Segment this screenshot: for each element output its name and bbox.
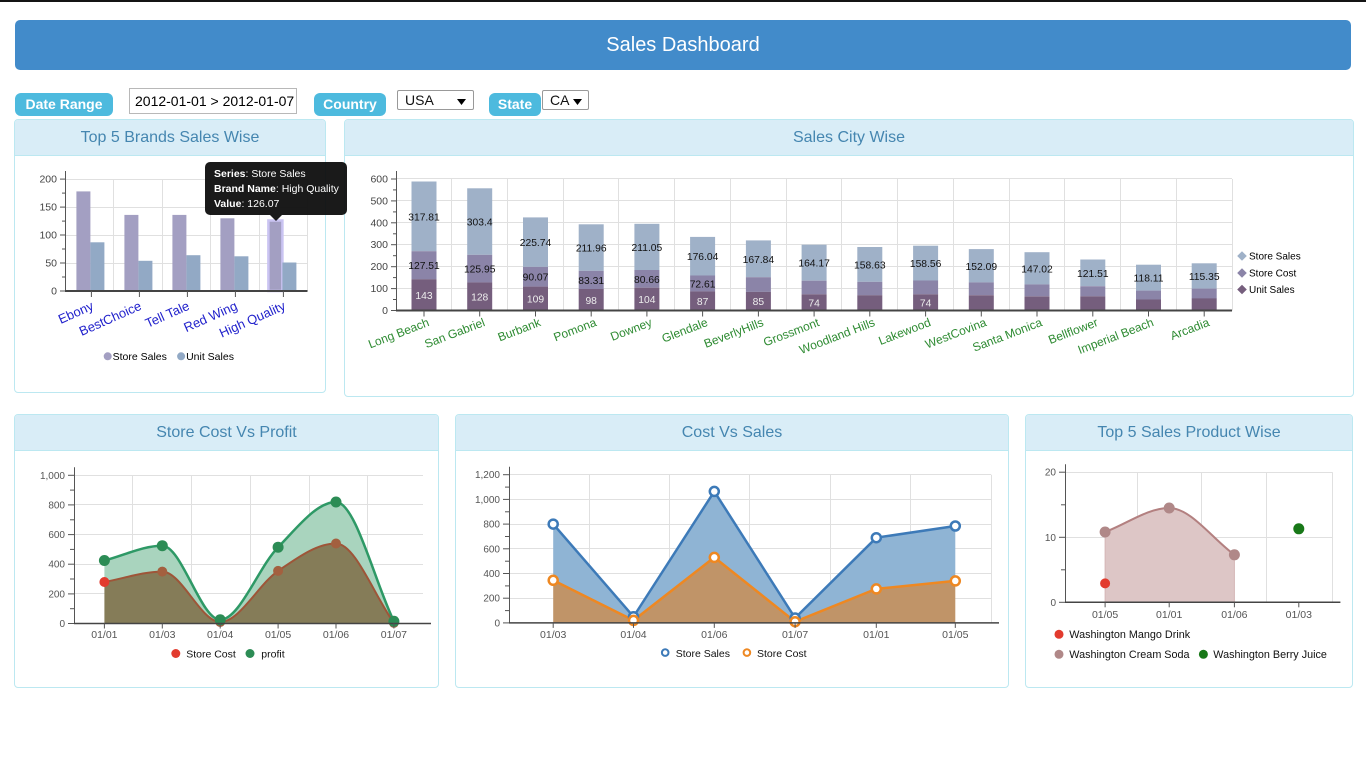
svg-text:BeverlyHills: BeverlyHills	[702, 315, 766, 351]
svg-text:225.74: 225.74	[520, 238, 552, 249]
svg-text:200: 200	[48, 589, 65, 600]
svg-text:143: 143	[415, 291, 432, 302]
svg-text:125.95: 125.95	[464, 265, 496, 276]
svg-text:118.11: 118.11	[1134, 274, 1164, 285]
svg-text:Arcadia: Arcadia	[1168, 315, 1211, 343]
svg-text:200: 200	[483, 594, 500, 605]
svg-text:0: 0	[494, 618, 500, 629]
svg-text:Burbank: Burbank	[496, 315, 544, 344]
svg-text:01/03: 01/03	[149, 629, 175, 641]
svg-text:121.51: 121.51	[1077, 269, 1109, 280]
svg-text:400: 400	[370, 217, 388, 229]
svg-text:152.09: 152.09	[966, 262, 998, 273]
svg-text:83.31: 83.31	[578, 276, 604, 287]
svg-text:01/05: 01/05	[942, 629, 968, 641]
svg-text:100: 100	[39, 230, 57, 242]
svg-text:85: 85	[753, 297, 765, 308]
svg-text:300: 300	[370, 239, 388, 251]
svg-text:200: 200	[39, 174, 57, 186]
svg-text:100: 100	[370, 283, 388, 295]
svg-text:Pomona: Pomona	[552, 315, 599, 344]
svg-text:167.84: 167.84	[743, 255, 775, 266]
svg-text:600: 600	[483, 544, 500, 555]
svg-text:01/06: 01/06	[323, 629, 349, 641]
svg-text:01/03: 01/03	[540, 629, 566, 641]
svg-text:01/01: 01/01	[1156, 609, 1182, 621]
svg-text:01/03: 01/03	[1286, 609, 1312, 621]
svg-text:500: 500	[370, 195, 388, 207]
svg-text:400: 400	[483, 569, 500, 580]
svg-text:profit: profit	[261, 648, 284, 660]
svg-text:317.81: 317.81	[408, 212, 440, 223]
svg-text:115.35: 115.35	[1189, 272, 1220, 283]
svg-text:Long Beach: Long Beach	[366, 315, 431, 351]
svg-text:Store Sales: Store Sales	[676, 648, 730, 660]
svg-text:Unit Sales: Unit Sales	[186, 351, 234, 363]
svg-text:Washington Berry Juice: Washington Berry Juice	[1213, 649, 1327, 661]
svg-text:Washington Mango Drink: Washington Mango Drink	[1069, 629, 1190, 641]
svg-text:0: 0	[51, 286, 57, 298]
svg-text:109: 109	[527, 295, 544, 306]
svg-text:74: 74	[920, 298, 932, 309]
svg-text:72.61: 72.61	[690, 280, 716, 291]
svg-text:128: 128	[471, 293, 488, 304]
svg-text:Store Sales: Store Sales	[113, 351, 167, 363]
svg-text:Downey: Downey	[608, 315, 653, 344]
svg-text:1,000: 1,000	[475, 495, 500, 506]
svg-text:01/06: 01/06	[1221, 609, 1247, 621]
svg-text:147.02: 147.02	[1021, 264, 1053, 275]
svg-text:303.4: 303.4	[467, 218, 493, 229]
svg-text:01/04: 01/04	[207, 629, 233, 641]
svg-text:01/06: 01/06	[701, 629, 727, 641]
svg-text:150: 150	[39, 202, 57, 214]
svg-text:164.17: 164.17	[798, 259, 830, 270]
svg-text:600: 600	[48, 530, 65, 541]
svg-text:Store Cost: Store Cost	[186, 648, 236, 660]
svg-text:127.51: 127.51	[408, 261, 440, 272]
svg-text:Store Cost: Store Cost	[757, 648, 807, 660]
svg-text:90.07: 90.07	[523, 273, 549, 284]
svg-text:Unit Sales: Unit Sales	[1249, 285, 1295, 296]
svg-text:01/07: 01/07	[782, 629, 808, 641]
svg-text:1,200: 1,200	[475, 470, 500, 481]
svg-text:01/05: 01/05	[1092, 609, 1118, 621]
svg-text:1,000: 1,000	[40, 471, 65, 482]
svg-text:98: 98	[585, 296, 597, 307]
svg-text:74: 74	[808, 298, 820, 309]
svg-text:176.04: 176.04	[687, 252, 719, 263]
svg-text:San Gabriel: San Gabriel	[423, 315, 487, 351]
svg-text:Store Sales: Store Sales	[1249, 252, 1301, 263]
svg-text:01/07: 01/07	[381, 629, 407, 641]
svg-text:0: 0	[382, 305, 388, 317]
svg-text:0: 0	[59, 619, 65, 630]
svg-text:800: 800	[483, 520, 500, 531]
svg-text:104: 104	[638, 295, 655, 306]
svg-text:50: 50	[45, 258, 57, 270]
svg-text:158.63: 158.63	[854, 260, 886, 271]
svg-text:01/01: 01/01	[863, 629, 889, 641]
svg-text:87: 87	[697, 297, 709, 308]
svg-text:20: 20	[1045, 468, 1057, 479]
svg-text:01/01: 01/01	[91, 629, 117, 641]
svg-text:Washington Cream Soda: Washington Cream Soda	[1069, 649, 1189, 661]
svg-text:01/05: 01/05	[265, 629, 291, 641]
svg-text:211.05: 211.05	[632, 243, 663, 254]
svg-text:211.96: 211.96	[576, 244, 607, 255]
svg-text:Store Cost: Store Cost	[1249, 269, 1296, 280]
svg-text:200: 200	[370, 261, 388, 273]
svg-text:10: 10	[1045, 533, 1057, 544]
svg-text:158.56: 158.56	[910, 259, 942, 270]
svg-text:80.66: 80.66	[634, 275, 660, 286]
svg-text:400: 400	[48, 560, 65, 571]
svg-text:800: 800	[48, 500, 65, 511]
svg-text:600: 600	[370, 174, 388, 186]
svg-text:01/04: 01/04	[620, 629, 646, 641]
svg-text:0: 0	[1050, 598, 1056, 609]
